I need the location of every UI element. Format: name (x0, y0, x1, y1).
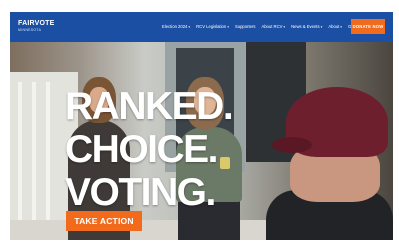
nav-item-label: About RCV (261, 24, 283, 29)
take-action-button[interactable]: TAKE ACTION (66, 211, 142, 231)
hero-headline: RANKED. CHOICE. VOTING. (65, 85, 234, 214)
nav-item-rcv-legislation[interactable]: RCV Legislation ▾ (196, 23, 229, 31)
top-navigation-bar: FAIRVOTE MINNESOTA Election 2024 ▾ RCV L… (10, 12, 393, 42)
headline-line-1: RANKED. (65, 85, 234, 128)
donate-button[interactable]: DONATE NOW (351, 19, 385, 34)
nav-item-supporters[interactable]: Supporters (235, 23, 255, 31)
nav-item-label: Election 2024 (162, 24, 188, 29)
logo-main-text: FAIRVOTE (18, 20, 55, 27)
railing-post (32, 82, 36, 240)
nav-item-label: News & Events (291, 24, 320, 29)
nav-item-news-events[interactable]: News & Events ▾ (291, 23, 322, 31)
chevron-down-icon: ▾ (283, 25, 286, 29)
logo-sub-text: MINNESOTA (18, 28, 42, 32)
chevron-down-icon: ▾ (320, 25, 323, 29)
chevron-down-icon: ▾ (340, 25, 343, 29)
headline-line-2: CHOICE. (65, 128, 219, 171)
nav-item-about[interactable]: About ▾ (328, 23, 342, 31)
browser-viewport: FAIRVOTE MINNESOTA Election 2024 ▾ RCV L… (10, 12, 393, 240)
nav-item-label: About (328, 24, 340, 29)
main-menu: Election 2024 ▾ RCV Legislation ▾ Suppor… (162, 23, 374, 31)
porch-step (10, 220, 310, 240)
chevron-down-icon: ▾ (227, 25, 229, 29)
headline-line-3: VOTING. (65, 171, 216, 214)
nav-item-label: RCV Legislation (196, 24, 227, 29)
man-cap-brim (272, 137, 312, 153)
fairvote-logo[interactable]: FAIRVOTE MINNESOTA (18, 20, 58, 36)
railing-post (18, 82, 22, 240)
nav-item-label: Supporters (234, 24, 256, 29)
chevron-down-icon: ▾ (188, 25, 191, 29)
nav-item-election-2024[interactable]: Election 2024 ▾ (162, 23, 190, 31)
railing-post (46, 82, 50, 240)
nav-item-about-rcv[interactable]: About RCV ▾ (261, 23, 285, 31)
